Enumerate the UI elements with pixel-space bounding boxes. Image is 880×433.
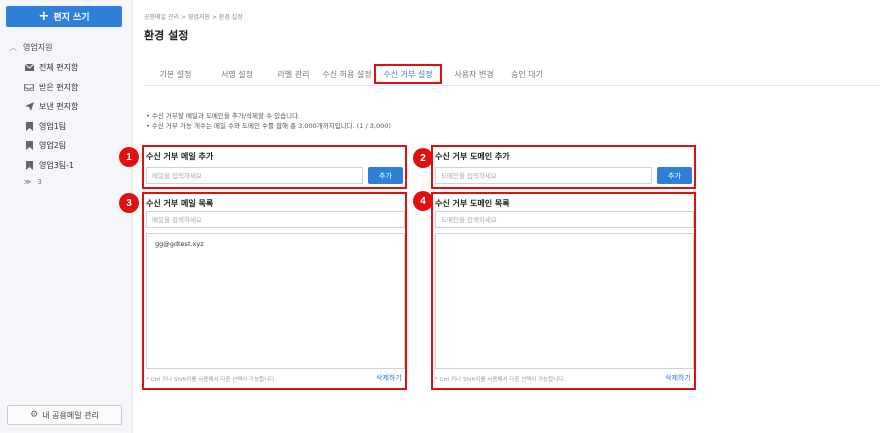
bookmark-icon <box>24 121 34 131</box>
sidebar-item-label: 보낸 편지함 <box>39 102 79 112</box>
sidebar-more-toggle[interactable]: ≫ 3 <box>0 175 133 189</box>
delete-email-link[interactable]: 삭제하기 <box>376 373 402 383</box>
tab-allow-settings[interactable]: 수신 허용 설정 <box>320 64 374 84</box>
plus-icon: + <box>38 9 50 24</box>
blocked-email-input[interactable] <box>146 167 363 184</box>
sidebar-item-label: 받은 편지함 <box>39 82 79 92</box>
chevron-up-icon: ︿ <box>9 42 17 52</box>
mailbox-tree: ︿ 영업지원 전체 편지함 받은 편지함 보낸 편지함 영업1팀 영업2팀 영업… <box>0 40 133 189</box>
panel-title: 수신 거부 메일 추가 <box>146 152 214 161</box>
add-blocked-email-panel: 수신 거부 메일 추가 추가 <box>142 145 407 189</box>
panel-title: 수신 거부 도메인 목록 <box>435 199 510 208</box>
page-title: 환경 설정 <box>144 29 189 42</box>
double-chevron-down-icon: ≫ <box>24 178 32 186</box>
gear-icon: ⚙ <box>30 410 39 420</box>
tab-signature-settings[interactable]: 서명 설정 <box>207 64 267 84</box>
blocked-domain-list-panel: 수신 거부 도메인 목록 * Ctrl 키나 Shift키를 사용해서 다중 선… <box>431 192 696 390</box>
envelope-icon <box>24 63 34 73</box>
add-blocked-domain-panel: 수신 거부 도메인 추가 추가 <box>431 145 696 189</box>
settings-tabs: 기본 설정 서명 설정 라벨 관리 수신 허용 설정 수신 거부 설정 사용자 … <box>144 64 880 86</box>
sidebar-item-inbox[interactable]: 받은 편지함 <box>0 78 133 98</box>
step-badge-2: 2 <box>413 148 433 168</box>
sidebar-item-label: 영업2팀 <box>39 141 67 151</box>
sidebar-group-sales-support[interactable]: ︿ 영업지원 <box>0 40 133 54</box>
notice-item: • 수신 거부할 메일과 도메인을 추가/삭제할 수 있습니다. <box>146 112 301 120</box>
sidebar-more-count: 3 <box>37 178 42 186</box>
delete-domain-link[interactable]: 삭제하기 <box>665 373 691 383</box>
sidebar-item-team3-1[interactable]: 영업3팀-1 <box>0 156 133 176</box>
email-search-input[interactable] <box>146 211 405 228</box>
manage-shared-mail-label: 내 공용메일 관리 <box>42 410 99 420</box>
bookmark-icon <box>24 141 34 151</box>
step-badge-3: 3 <box>119 193 139 213</box>
sidebar-item-team1[interactable]: 영업1팀 <box>0 117 133 137</box>
compose-label: 편지 쓰기 <box>53 13 90 23</box>
notice-item: • 수신 거부 가능 개수는 메일 수와 도메인 수를 합해 총 3,000개까… <box>146 122 391 130</box>
sidebar-item-label: 전체 편지함 <box>39 63 79 73</box>
tab-block-settings[interactable]: 수신 거부 설정 <box>374 64 442 84</box>
step-badge-4: 4 <box>413 191 433 211</box>
tab-pending-approval[interactable]: 승인 대기 <box>506 64 548 84</box>
tab-basic-settings[interactable]: 기본 설정 <box>144 64 207 84</box>
panel-title: 수신 거부 도메인 추가 <box>435 152 510 161</box>
compose-button[interactable]: + 편지 쓰기 <box>6 6 122 27</box>
sidebar-item-label: 영업1팀 <box>39 121 67 131</box>
list-item[interactable]: gg@gdtest.xyz <box>147 234 404 248</box>
multi-select-hint: * Ctrl 키나 Shift키를 사용해서 다중 선택이 가능합니다. <box>146 377 277 383</box>
blocked-email-list-panel: 수신 거부 메일 목록 gg@gdtest.xyz * Ctrl 키나 Shif… <box>142 192 407 390</box>
blocked-email-listbox[interactable]: gg@gdtest.xyz <box>146 233 405 369</box>
sidebar: + 편지 쓰기 ︿ 영업지원 전체 편지함 받은 편지함 보낸 편지함 영업1팀… <box>0 0 133 433</box>
breadcrumb: 공용메일 관리 > 영업지원 > 환경 설정 <box>144 14 243 21</box>
sidebar-group-label: 영업지원 <box>23 42 53 52</box>
step-badge-1: 1 <box>119 147 139 167</box>
sidebar-item-team2[interactable]: 영업2팀 <box>0 136 133 156</box>
domain-search-input[interactable] <box>435 211 694 228</box>
notice-list: • 수신 거부할 메일과 도메인을 추가/삭제할 수 있습니다. • 수신 거부… <box>146 111 391 131</box>
blocked-domain-input[interactable] <box>435 167 652 184</box>
panel-title: 수신 거부 메일 목록 <box>146 199 214 208</box>
add-email-button[interactable]: 추가 <box>368 167 403 184</box>
tab-label-management[interactable]: 라벨 관리 <box>267 64 320 84</box>
sidebar-item-label: 영업3팀-1 <box>39 160 75 170</box>
blocked-domain-listbox[interactable] <box>435 233 694 369</box>
paper-plane-icon <box>24 102 34 112</box>
multi-select-hint: * Ctrl 키나 Shift키를 사용해서 다중 선택이 가능합니다. <box>435 377 566 383</box>
sidebar-item-all-mail[interactable]: 전체 편지함 <box>0 58 133 78</box>
tab-user-change[interactable]: 사용자 변경 <box>442 64 506 84</box>
main-content: 공용메일 관리 > 영업지원 > 환경 설정 환경 설정 기본 설정 서명 설정… <box>119 0 880 433</box>
sidebar-item-sent[interactable]: 보낸 편지함 <box>0 97 133 117</box>
manage-shared-mail-button[interactable]: ⚙ 내 공용메일 관리 <box>7 405 122 425</box>
bookmark-icon <box>24 160 34 170</box>
add-domain-button[interactable]: 추가 <box>657 167 692 184</box>
inbox-icon <box>24 82 34 92</box>
